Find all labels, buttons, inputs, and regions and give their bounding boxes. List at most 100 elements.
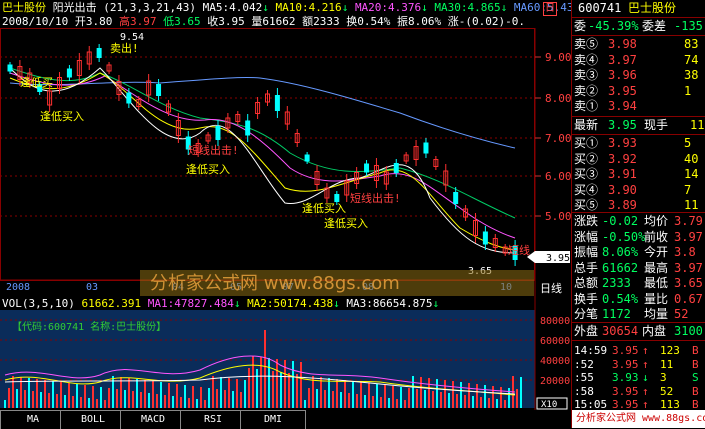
volume-bar — [212, 376, 214, 408]
volume-chart[interactable]: 【代码:600741 名称:巴士股份】 80000 60000 40000 20… — [0, 310, 571, 410]
down-arrow-icon: ↓ — [421, 1, 428, 14]
order-ratio-label: 委 — [574, 19, 587, 33]
volume-bar — [368, 383, 370, 408]
period-box[interactable]: 日 — [543, 2, 557, 16]
volume-bar — [520, 377, 522, 408]
ma30-value: MA30:4.865 — [434, 1, 501, 14]
stat-value: 3.65 — [674, 276, 703, 290]
stat-value: 3.97 — [674, 229, 703, 244]
stat-value: 3.97 — [674, 260, 703, 275]
volume-bar — [208, 388, 210, 408]
low-entry-1: 逢低买 — [20, 76, 53, 89]
stat-value: 3.8 — [674, 245, 696, 259]
bid-row: 买③ 3.91 14 — [574, 167, 704, 182]
period-label: 日线 — [540, 281, 562, 295]
volume-bar — [420, 377, 422, 408]
bid-price: 3.91 — [608, 167, 637, 181]
volume-bar — [204, 400, 206, 408]
volume-bar — [468, 383, 470, 408]
bid-volume: 7 — [684, 182, 692, 197]
volume-label-40000: 40000 — [540, 356, 570, 367]
stat-row: 分笔 1172 均量 52 — [574, 307, 704, 322]
volume-bar — [348, 393, 350, 408]
volume-bar — [24, 390, 26, 408]
volume-bar — [480, 397, 482, 408]
outer-inner-row: 外盘 30654 内盘 3100 — [574, 324, 704, 339]
volume-bar — [152, 381, 154, 408]
price-label-7: 7.00 — [545, 132, 571, 145]
ma60-line — [9, 76, 516, 149]
volume-bar — [16, 389, 18, 408]
order-diff-label: 委差 — [642, 19, 667, 33]
volume-bar — [308, 388, 310, 408]
candle-body — [215, 126, 221, 140]
stat-value: 3.79 — [674, 214, 703, 228]
stat-value: 1172 — [602, 307, 631, 321]
volume-bar — [328, 378, 330, 408]
ask-price: 3.98 — [608, 37, 637, 51]
candle-body — [156, 84, 162, 96]
stat-row: 总手 61662 最高 3.97 — [574, 261, 704, 276]
volume-bar — [172, 396, 174, 408]
volume-bar — [288, 373, 290, 408]
low-entry-3: 逢低买入 — [186, 163, 230, 176]
stat-value: 61662 — [602, 260, 639, 275]
inner-label: 内盘 — [642, 324, 667, 338]
bid-row: 买① 3.93 5 — [574, 136, 704, 151]
bar-change: 涨-(0.02)-0. — [447, 15, 525, 28]
stat-label: 今开 — [644, 245, 669, 259]
volume-bar — [84, 385, 86, 408]
tab-rsi[interactable]: RSI — [180, 410, 246, 429]
volume-bar — [344, 380, 346, 408]
current-hand-label: 现手 — [644, 118, 669, 132]
volume-bar — [92, 386, 94, 408]
tab-boll[interactable]: BOLL — [60, 410, 126, 429]
volume-bar — [516, 389, 518, 408]
tab-macd[interactable]: MACD — [120, 410, 186, 429]
volume-bar — [264, 330, 266, 408]
bar-turnover: 换0.54% — [346, 15, 391, 28]
tab-ma[interactable]: MA — [0, 410, 66, 429]
stat-value: -0.02 — [602, 214, 639, 228]
volume-bar — [464, 395, 466, 408]
candle-body — [7, 64, 13, 72]
quote-name: 巴士股份 — [628, 1, 677, 15]
stat-label: 总手 — [574, 260, 599, 275]
volume-label-60000: 60000 — [540, 336, 570, 347]
stat-label: 前收 — [644, 229, 669, 244]
volume-bar — [320, 377, 322, 408]
quote-code: 600741 — [578, 1, 622, 15]
volume-bar — [500, 387, 502, 408]
volume-bar — [356, 394, 358, 408]
candlestick-chart[interactable]: 9.00 8.00 7.00 6.00 5.00 3.95 9.54 卖出! 逢… — [0, 28, 571, 310]
volume-bar — [64, 395, 66, 408]
bid-row: 买② 3.92 40 — [574, 152, 704, 167]
stat-row: 振幅 8.06% 今开 3.8 — [574, 245, 704, 260]
volume-bar — [124, 390, 126, 408]
volume-bar — [336, 379, 338, 408]
volume-bar — [200, 387, 202, 408]
volume-bar — [192, 386, 194, 408]
volume-bar — [372, 396, 374, 408]
candle-body — [304, 154, 310, 162]
price-label-9: 9.00 — [545, 51, 571, 64]
volume-bar — [8, 388, 10, 408]
stat-label: 总额 — [574, 276, 599, 290]
tab-dmi[interactable]: DMI — [240, 410, 306, 429]
bar-close: 收3.95 — [207, 15, 245, 28]
volume-bar — [236, 379, 238, 408]
order-ratio-row: 委 -45.39% 委差 -135 — [574, 19, 704, 34]
volume-bar — [476, 384, 478, 408]
stock-name: 巴士股份 — [2, 1, 46, 14]
volume-bar — [176, 384, 178, 408]
volume-label-80000: 80000 — [540, 316, 570, 327]
bid-label: 买② — [574, 151, 599, 166]
stat-label: 最低 — [644, 276, 669, 290]
volume-bar — [492, 386, 494, 408]
volume-bar — [396, 399, 398, 408]
volume-bar — [108, 388, 110, 408]
axis-ticks — [535, 56, 541, 217]
down-arrow-icon: ↓ — [432, 297, 440, 310]
volume-bar — [88, 398, 90, 408]
volume-bar — [220, 377, 222, 408]
